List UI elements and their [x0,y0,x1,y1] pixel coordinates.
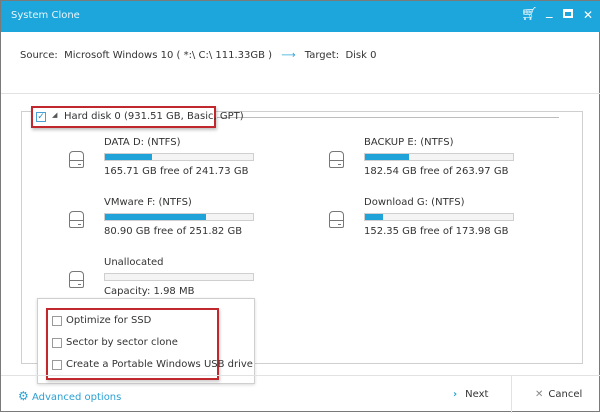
usage-bar [104,213,254,221]
close-button[interactable]: ✕ [583,8,593,22]
title-bar: System Clone 🛒︎ _ ✕ [1,1,600,32]
maximize-button[interactable] [563,9,573,18]
disk-label: Hard disk 0 (931.51 GB, Basic, GPT) [64,111,244,122]
partition-name: BACKUP E: (NTFS) [364,137,454,148]
option-label: Sector by sector clone [66,337,178,348]
usage-bar [364,213,514,221]
cart-icon[interactable]: 🛒︎ [521,7,538,22]
divider [217,117,559,118]
partition-free: Capacity: 1.98 MB [104,286,195,297]
partition-name: DATA D: (NTFS) [104,137,181,148]
option-label: Create a Portable Windows USB drive [66,359,253,370]
minimize-button[interactable]: _ [546,4,553,19]
collapse-triangle-icon[interactable]: ◢ [52,111,57,119]
disk-header[interactable]: ✓ ◢ Hard disk 0 (931.51 GB, Basic, GPT) [31,106,244,128]
partition-item[interactable]: BACKUP E: (NTFS) 182.54 GB free of 263.9… [329,137,524,177]
next-button[interactable]: › Next [453,389,488,400]
partition-item[interactable]: VMware F: (NTFS) 80.90 GB free of 251.82… [69,197,264,237]
usage-fill [365,214,383,220]
checkbox[interactable] [52,316,62,326]
partition-free: 80.90 GB free of 251.82 GB [104,226,243,237]
usage-fill [105,154,153,160]
checkbox[interactable] [52,338,62,348]
partition-name: Unallocated [104,257,164,268]
close-icon: ✕ [535,389,544,400]
hard-drive-icon [69,271,84,288]
partition-item[interactable]: Download G: (NTFS) 152.35 GB free of 173… [329,197,524,237]
partition-name: Download G: (NTFS) [364,197,465,208]
highlight-box: Optimize for SSD Sector by sector clone … [46,308,253,380]
source-target-line: Source: Microsoft Windows 10 ( *:\ C:\ 1… [20,50,376,61]
target-value: Disk 0 [345,50,377,61]
partition-free: 182.54 GB free of 263.97 GB [364,166,509,177]
source-label: Source: [20,50,58,61]
advanced-options-button[interactable]: ⚙ Advanced options [18,389,121,403]
cancel-button[interactable]: ✕ Cancel [535,389,582,400]
chevron-right-icon: › [453,389,458,400]
target-label: Target: [304,50,340,61]
usage-bar [104,273,254,281]
source-value: Microsoft Windows 10 ( *:\ C:\ 111.33GB … [64,50,273,61]
next-label: Next [465,389,489,400]
advanced-options-popup: Optimize for SSD Sector by sector clone … [37,298,255,384]
usage-bar [364,153,514,161]
hard-drive-icon [69,151,84,168]
gear-icon: ⚙ [18,389,29,403]
partition-item[interactable]: Unallocated Capacity: 1.98 MB [69,257,264,297]
cancel-label: Cancel [548,389,583,400]
checkbox[interactable] [52,360,62,370]
divider [511,376,512,413]
hard-drive-icon [329,151,344,168]
option-label: Optimize for SSD [66,315,152,326]
divider [1,93,600,94]
partition-item[interactable]: DATA D: (NTFS) 165.71 GB free of 241.73 … [69,137,264,177]
usage-bar [104,153,254,161]
disk-checkbox[interactable]: ✓ [36,112,46,122]
partition-name: VMware F: (NTFS) [104,197,192,208]
advanced-options-label: Advanced options [31,392,122,403]
window-title: System Clone [11,10,80,21]
partition-free: 152.35 GB free of 173.98 GB [364,226,509,237]
usage-fill [365,154,410,160]
usage-fill [105,214,206,220]
partition-free: 165.71 GB free of 241.73 GB [104,166,249,177]
arrow-icon: ⟶ [281,50,296,61]
hard-drive-icon [69,211,84,228]
hard-drive-icon [329,211,344,228]
